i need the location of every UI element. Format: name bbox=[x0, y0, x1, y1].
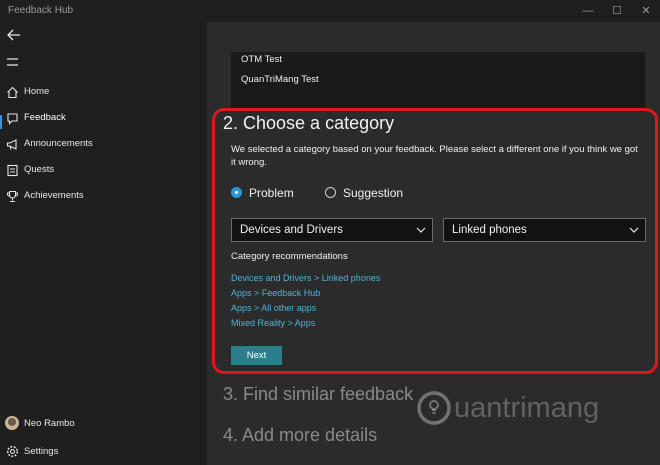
watermark: uantrimang bbox=[416, 384, 648, 436]
selection-indicator bbox=[0, 115, 2, 129]
feedback-icon bbox=[7, 113, 18, 125]
chevron-down-icon bbox=[629, 227, 639, 233]
sidebar-item-label: Home bbox=[24, 86, 50, 97]
radio-label: Problem bbox=[249, 186, 294, 200]
sidebar-item-announcements[interactable]: Announcements bbox=[0, 132, 207, 158]
trophy-icon bbox=[7, 191, 18, 202]
app-title: Feedback Hub bbox=[8, 5, 74, 16]
sidebar-item-label: Announcements bbox=[24, 138, 93, 149]
subcategory-select-value: Linked phones bbox=[452, 224, 527, 236]
avatar bbox=[5, 416, 19, 430]
sidebar-item-feedback[interactable]: Feedback bbox=[0, 106, 207, 132]
recommendation-link[interactable]: Apps > Feedback Hub bbox=[231, 288, 320, 298]
step-title-more-details[interactable]: 4. Add more details bbox=[223, 425, 377, 446]
subcategory-select[interactable]: Linked phones bbox=[443, 218, 646, 242]
quests-icon bbox=[7, 164, 18, 177]
step-title-category: 2. Choose a category bbox=[223, 113, 395, 133]
home-icon bbox=[7, 86, 18, 99]
previous-feedback-list: OTM Test QuanTriMang Test bbox=[231, 52, 645, 112]
back-button[interactable] bbox=[4, 26, 26, 44]
sidebar-item-settings[interactable]: Settings bbox=[0, 440, 207, 464]
radio-label: Suggestion bbox=[343, 186, 404, 200]
recommendations-heading: Category recommendations bbox=[231, 251, 348, 262]
sidebar-item-home[interactable]: Home bbox=[0, 80, 207, 106]
sidebar-item-label: Achievements bbox=[24, 190, 84, 201]
hamburger-icon bbox=[7, 58, 18, 66]
recommendation-link[interactable]: Devices and Drivers > Linked phones bbox=[231, 273, 380, 283]
menu-button[interactable] bbox=[4, 53, 26, 71]
step-title-similar-feedback[interactable]: 3. Find similar feedback bbox=[223, 384, 413, 405]
maximize-button[interactable]: ☐ bbox=[603, 3, 631, 19]
recommendation-link[interactable]: Apps > All other apps bbox=[231, 303, 316, 313]
sidebar-item-label: Settings bbox=[24, 446, 59, 457]
gear-icon bbox=[6, 445, 19, 458]
sidebar-item-quests[interactable]: Quests bbox=[0, 158, 207, 184]
watermark-logo-icon bbox=[417, 391, 451, 425]
radio-circle bbox=[231, 187, 242, 198]
title-bar: Feedback Hub — ☐ ✕ bbox=[0, 0, 660, 22]
list-item[interactable]: QuanTriMang Test bbox=[241, 74, 319, 85]
sidebar-item-label: Quests bbox=[24, 164, 55, 175]
step-description: We selected a category based on your fee… bbox=[231, 144, 638, 168]
radio-circle bbox=[325, 187, 336, 198]
user-name: Neo Rambo bbox=[24, 418, 75, 429]
megaphone-icon bbox=[6, 139, 17, 150]
minimize-button[interactable]: — bbox=[574, 3, 602, 19]
back-arrow-icon bbox=[7, 29, 20, 41]
watermark-text: uantrimang bbox=[454, 392, 600, 424]
sidebar-item-label: Feedback bbox=[24, 112, 66, 123]
close-button[interactable]: ✕ bbox=[632, 3, 660, 19]
next-button[interactable]: Next bbox=[231, 346, 282, 365]
sidebar-item-achievements[interactable]: Achievements bbox=[0, 184, 207, 210]
category-select[interactable]: Devices and Drivers bbox=[231, 218, 433, 242]
sidebar: Home Feedback Announcements Quests Achie… bbox=[0, 22, 207, 465]
chevron-down-icon bbox=[416, 227, 426, 233]
user-account[interactable]: Neo Rambo bbox=[0, 414, 207, 438]
category-select-value: Devices and Drivers bbox=[240, 224, 343, 236]
list-item[interactable]: OTM Test bbox=[241, 54, 282, 65]
recommendation-link[interactable]: Mixed Reality > Apps bbox=[231, 318, 315, 328]
